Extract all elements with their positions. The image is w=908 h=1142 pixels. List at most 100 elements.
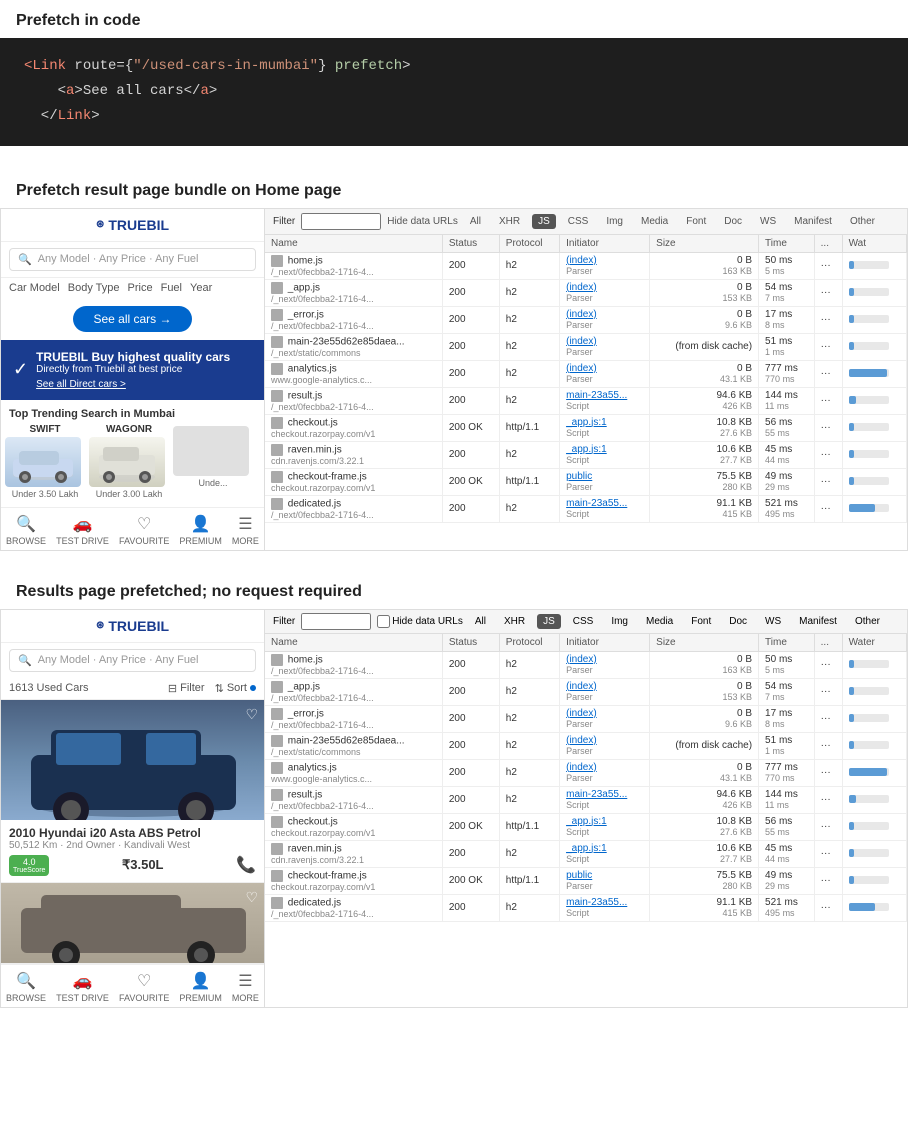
- tab-img[interactable]: Img: [600, 214, 629, 229]
- tab-doc[interactable]: Doc: [718, 214, 748, 229]
- table-row: _error.js /_next/0fecbba2-1716-4... 200 …: [265, 705, 907, 732]
- listing-count: 1613 Used Cars: [9, 682, 89, 694]
- search-bar-results[interactable]: 🔍 Any Model · Any Price · Any Fuel: [9, 649, 256, 672]
- tab-css-r[interactable]: CSS: [567, 614, 600, 629]
- tab-font-r[interactable]: Font: [685, 614, 717, 629]
- cell-name: main-23e55d62e85daea... /_next/static/co…: [265, 333, 442, 360]
- nav-favourite[interactable]: ♡ FAVOURITE: [119, 514, 169, 546]
- listing-header: 1613 Used Cars ⊟ Filter ⇅ Sort: [1, 678, 264, 700]
- heart-button-2[interactable]: ♡: [245, 889, 258, 906]
- cell-status: 200 OK: [442, 813, 499, 840]
- filter-car-model[interactable]: Car Model: [9, 282, 60, 294]
- network-table-results: Name Status Protocol Initiator Size Time…: [265, 634, 907, 922]
- nav-browse-r[interactable]: 🔍 BROWSE: [6, 971, 46, 1003]
- tab-js[interactable]: JS: [532, 214, 556, 229]
- banner-icon: ✓: [13, 359, 28, 380]
- nav-test-drive-r[interactable]: 🚗 TEST DRIVE: [56, 971, 109, 1003]
- cell-extra: ···: [814, 333, 842, 360]
- tab-media-r[interactable]: Media: [640, 614, 679, 629]
- nav-favourite-r[interactable]: ♡ FAVOURITE: [119, 971, 169, 1003]
- nav-premium[interactable]: 👤 PREMIUM: [179, 514, 222, 546]
- nav-browse[interactable]: 🔍 BROWSE: [6, 514, 46, 546]
- cell-initiator: (index) Parser: [560, 333, 650, 360]
- cell-time: 144 ms 11 ms: [759, 387, 815, 414]
- table-row: raven.min.js cdn.ravenjs.com/3.22.1 200 …: [265, 840, 907, 867]
- tab-xhr[interactable]: XHR: [493, 214, 526, 229]
- tab-doc-r[interactable]: Doc: [723, 614, 753, 629]
- tab-img-r[interactable]: Img: [605, 614, 634, 629]
- cell-extra: ···: [814, 252, 842, 279]
- network-panel-results: Filter Hide data URLs All XHR JS CSS Img…: [265, 609, 908, 1008]
- cell-initiator: (index) Parser: [560, 651, 650, 678]
- col-waterfall-r: Water: [842, 634, 906, 652]
- cell-extra: ···: [814, 279, 842, 306]
- tab-all[interactable]: All: [464, 214, 487, 229]
- tab-ws[interactable]: WS: [754, 214, 782, 229]
- banner-title: TRUEBIL Buy highest quality cars: [36, 350, 252, 364]
- cell-protocol: http/1.1: [499, 414, 559, 441]
- nav-more-r[interactable]: ☰ MORE: [232, 971, 259, 1003]
- cell-time: 777 ms 770 ms: [759, 759, 815, 786]
- filter-fuel[interactable]: Fuel: [161, 282, 182, 294]
- cell-protocol: h2: [499, 441, 559, 468]
- see-all-button[interactable]: See all cars →: [73, 306, 191, 332]
- tab-other[interactable]: Other: [844, 214, 881, 229]
- table-row: checkout.js checkout.razorpay.com/v1 200…: [265, 414, 907, 441]
- heart-button-1[interactable]: ♡: [245, 706, 258, 723]
- nav-test-drive[interactable]: 🚗 TEST DRIVE: [56, 514, 109, 546]
- nav-more[interactable]: ☰ MORE: [232, 514, 259, 546]
- filter-year[interactable]: Year: [190, 282, 212, 294]
- table-row: _app.js /_next/0fecbba2-1716-4... 200 h2…: [265, 279, 907, 306]
- tab-media[interactable]: Media: [635, 214, 674, 229]
- cell-time: 51 ms 1 ms: [759, 333, 815, 360]
- cell-initiator: (index) Parser: [560, 279, 650, 306]
- tab-js-r[interactable]: JS: [537, 614, 561, 629]
- nav-premium-r[interactable]: 👤 PREMIUM: [179, 971, 222, 1003]
- tab-all-r[interactable]: All: [469, 614, 492, 629]
- cell-extra: ···: [814, 651, 842, 678]
- other-price: Unde...: [173, 478, 253, 488]
- section-prefetch-code: Prefetch in code <Link route={"/used-car…: [0, 0, 908, 146]
- cell-size: (from disk cache): [650, 333, 759, 360]
- tab-manifest[interactable]: Manifest: [788, 214, 838, 229]
- filter-input[interactable]: [301, 213, 381, 230]
- cell-initiator: (index) Parser: [560, 678, 650, 705]
- tab-other-r[interactable]: Other: [849, 614, 886, 629]
- search-bar[interactable]: 🔍 Any Model · Any Price · Any Fuel: [9, 248, 256, 271]
- cell-protocol: h2: [499, 705, 559, 732]
- cell-size: 91.1 KB 415 KB: [650, 495, 759, 522]
- tab-css[interactable]: CSS: [562, 214, 595, 229]
- filter-input-results[interactable]: [301, 613, 371, 630]
- banner-link[interactable]: See all Direct cars >: [36, 379, 252, 390]
- favourite-icon: ♡: [137, 514, 151, 534]
- tab-font[interactable]: Font: [680, 214, 712, 229]
- cell-protocol: h2: [499, 333, 559, 360]
- car-1-details: 50,512 Km · 2nd Owner · Kandivali West: [9, 840, 256, 851]
- nav-favourite-label: FAVOURITE: [119, 536, 169, 546]
- filter-body-type[interactable]: Body Type: [68, 282, 120, 294]
- sort-button[interactable]: ⇅ Sort: [215, 682, 256, 695]
- table-row: result.js /_next/0fecbba2-1716-4... 200 …: [265, 387, 907, 414]
- call-button-1[interactable]: 📞: [236, 855, 256, 875]
- car-card-1: ♡ 2010 Hyundai i20 Asta ABS Petrol 50,51…: [1, 700, 264, 883]
- cell-name: analytics.js www.google-analytics.c...: [265, 759, 442, 786]
- filter-price[interactable]: Price: [128, 282, 153, 294]
- cell-size: 10.6 KB 27.7 KB: [650, 840, 759, 867]
- cell-name: checkout-frame.js checkout.razorpay.com/…: [265, 468, 442, 495]
- car-card-1-info: 2010 Hyundai i20 Asta ABS Petrol 50,512 …: [1, 820, 264, 882]
- sort-active-indicator: [250, 685, 256, 691]
- table-row: home.js /_next/0fecbba2-1716-4... 200 h2…: [265, 252, 907, 279]
- hide-data-checkbox-input[interactable]: [377, 615, 390, 628]
- nav-more-label-r: MORE: [232, 993, 259, 1003]
- nav-favourite-label-r: FAVOURITE: [119, 993, 169, 1003]
- sort-label: Sort: [227, 682, 247, 694]
- tab-xhr-r[interactable]: XHR: [498, 614, 531, 629]
- cell-time: 50 ms 5 ms: [759, 651, 815, 678]
- cell-size: 91.1 KB 415 KB: [650, 894, 759, 921]
- tab-manifest-r[interactable]: Manifest: [793, 614, 843, 629]
- tab-ws-r[interactable]: WS: [759, 614, 787, 629]
- hide-data-checkbox[interactable]: Hide data URLs: [377, 615, 463, 628]
- cell-extra: ···: [814, 705, 842, 732]
- cell-status: 200: [442, 495, 499, 522]
- filter-button[interactable]: ⊟ Filter: [168, 682, 205, 695]
